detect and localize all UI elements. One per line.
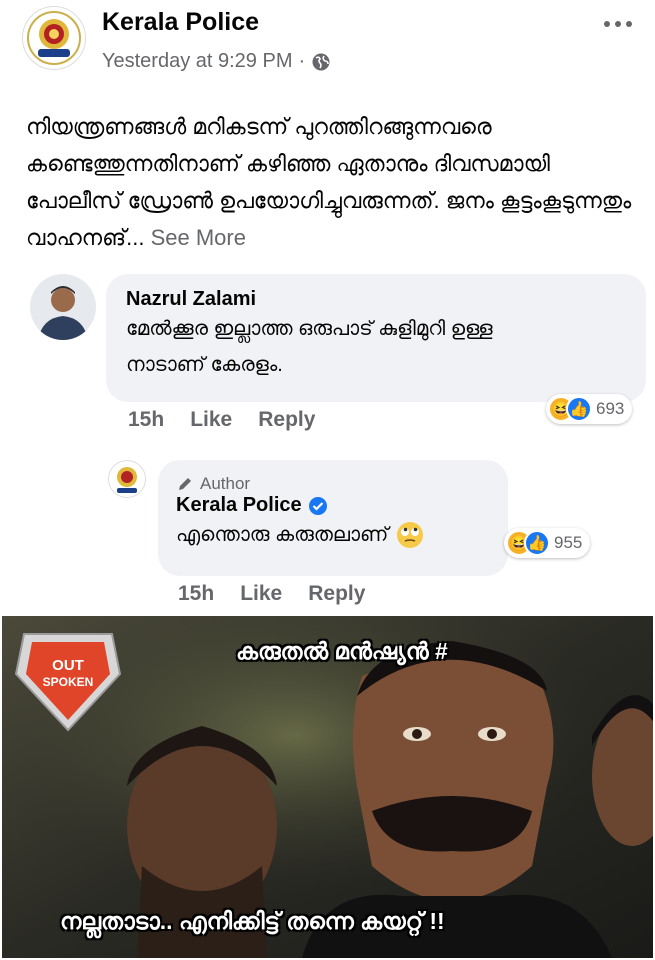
like-reaction-icon: 👍	[566, 396, 592, 422]
more-options-button[interactable]	[603, 8, 633, 34]
more-horizontal-icon	[604, 21, 632, 27]
logo-bottom-text: SPOKEN	[42, 675, 94, 689]
reply-time[interactable]: 15h	[178, 582, 214, 606]
author-badge: Author	[176, 474, 490, 494]
rolling-eyes-emoji-icon	[397, 522, 424, 548]
comment-bubble: Nazrul Zalami മേൽക്കൂര ഇല്ലാത്ത ഒരുപാട് …	[106, 274, 646, 402]
globe-icon	[312, 53, 330, 70]
pencil-icon	[179, 478, 191, 490]
like-reaction-icon: 👍	[524, 530, 550, 556]
post-text: നിയന്ത്രണങ്ങൾ മറികടന്ന് പുറത്തിറങ്ങുന്നവ…	[26, 114, 632, 250]
reply-author-name[interactable]: Kerala Police	[176, 494, 302, 517]
post-body: നിയന്ത്രണങ്ങൾ മറികടന്ന് പുറത്തിറങ്ങുന്നവ…	[26, 108, 636, 256]
reply-author: Kerala Police	[176, 494, 490, 517]
comment-time[interactable]: 15h	[128, 408, 164, 432]
page-name[interactable]: Kerala Police	[102, 8, 259, 37]
commenter-avatar[interactable]	[30, 274, 96, 340]
meme-bottom-caption: നല്ലതാടാ.. എനിക്കിട്ട് തന്നെ കയറ്റ് !!	[60, 908, 445, 934]
avatar-photo	[30, 274, 96, 340]
author-avatar[interactable]	[108, 460, 146, 498]
post-header: Kerala Police Yesterday at 9:29 PM ·	[0, 0, 655, 90]
reply-reply-button[interactable]: Reply	[308, 582, 365, 606]
page-avatar[interactable]	[22, 6, 86, 70]
logo-top-text: OUT	[52, 657, 84, 674]
timestamp-text[interactable]: Yesterday at 9:29 PM	[102, 50, 293, 73]
separator-dot: ·	[298, 50, 306, 72]
reply-like-button[interactable]: Like	[240, 582, 282, 606]
reply-bubble: Author Kerala Police എന്തൊരു കരുതലാണ്	[158, 460, 508, 576]
see-more-link[interactable]: See More	[151, 225, 246, 250]
author-badge-label: Author	[200, 474, 251, 493]
reply-reaction-summary[interactable]: 😆 👍 955	[504, 528, 591, 558]
comment-text-line2: നാടാണ് കേരളം.	[126, 354, 283, 376]
reply-actions: 15h Like Reply	[178, 582, 365, 606]
outspoken-logo: OUT SPOKEN	[32, 658, 104, 690]
police-emblem-icon	[117, 467, 137, 493]
reaction-summary[interactable]: 😆 👍 693	[546, 394, 633, 424]
reply-reaction-count: 955	[554, 533, 583, 552]
comment-author[interactable]: Nazrul Zalami	[126, 288, 626, 311]
post-timestamp: Yesterday at 9:29 PM ·	[102, 50, 331, 73]
reply-button[interactable]: Reply	[258, 408, 315, 432]
like-button[interactable]: Like	[190, 408, 232, 432]
comment-actions: 15h Like Reply	[128, 408, 315, 432]
police-emblem-icon	[27, 11, 81, 65]
meme-image[interactable]: OUT SPOKEN കരുതൽ മൻഷ്യൻ # നല്ലതാടാ.. എനി…	[2, 616, 653, 958]
reply-text-content: എന്തൊരു കരുതലാണ്	[176, 524, 389, 546]
reaction-count: 693	[596, 399, 625, 418]
verified-badge-icon	[308, 496, 327, 515]
meme-top-caption: കരുതൽ മൻഷ്യൻ #	[236, 638, 448, 664]
comment-text-line1: മേൽക്കൂര ഇല്ലാത്ത ഒരുപാട് കുളിമുറി ഉള്ള	[126, 318, 493, 340]
reply-text: എന്തൊരു കരുതലാണ്	[176, 517, 490, 553]
